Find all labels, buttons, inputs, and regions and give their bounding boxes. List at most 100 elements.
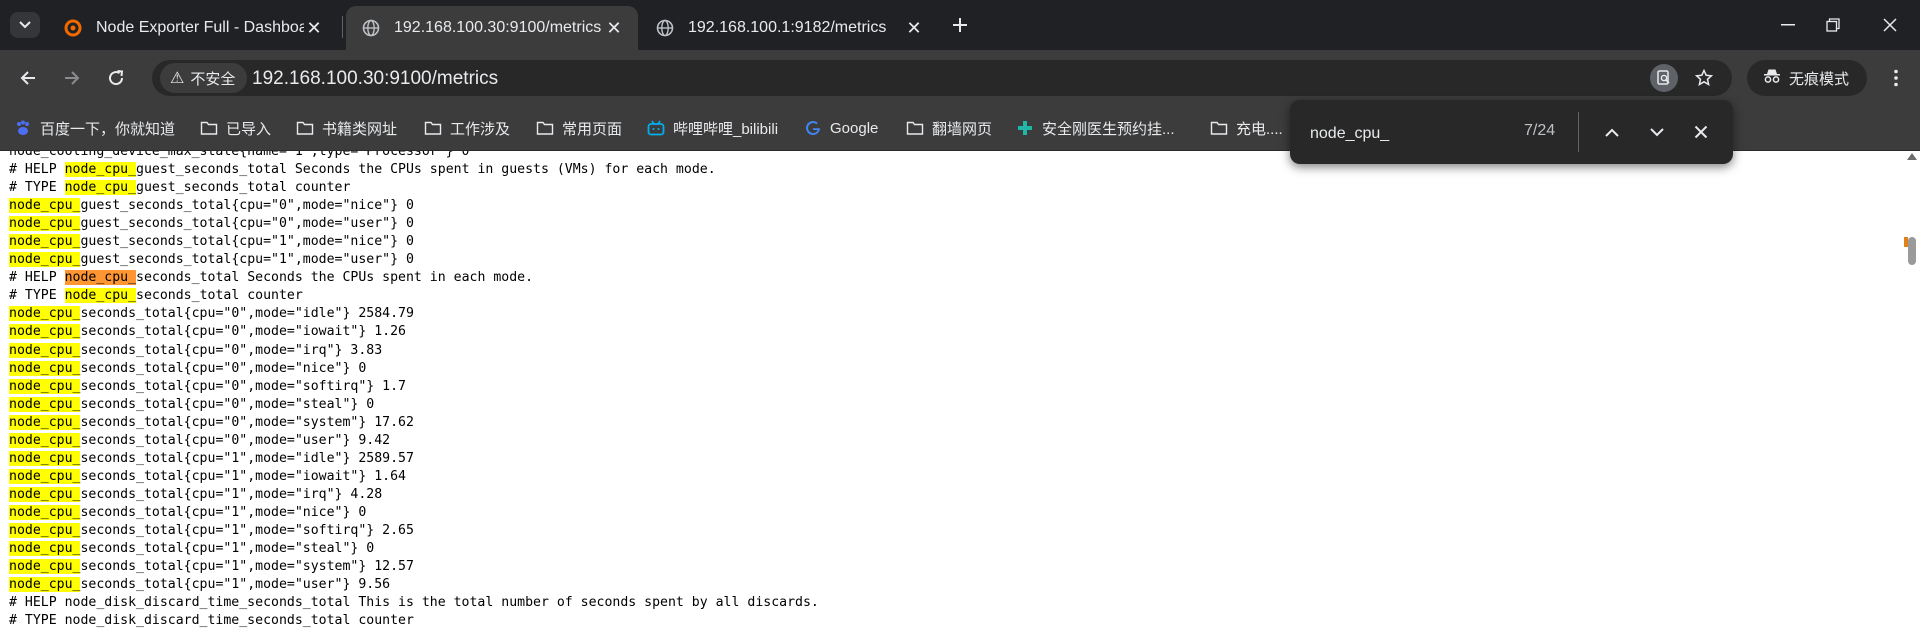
bookmark-label: 翻墙网页 bbox=[932, 120, 993, 138]
metrics-content: node_cooling_device_max_state{name="1",t… bbox=[0, 151, 1904, 635]
search-match: node_cpu_ bbox=[9, 306, 81, 322]
reload-button[interactable] bbox=[100, 62, 132, 94]
folder-icon bbox=[424, 119, 442, 137]
search-match: node_cpu_ bbox=[9, 450, 81, 466]
vertical-scrollbar[interactable] bbox=[1904, 151, 1920, 635]
warning-icon: ⚠ bbox=[170, 70, 185, 87]
bookmark-label: 书籍类网址 bbox=[322, 120, 398, 138]
url-text[interactable]: 192.168.100.30:9100/metrics bbox=[252, 68, 498, 90]
paw-icon bbox=[14, 119, 32, 137]
tab-metrics-100-1[interactable]: 192.168.100.1:9182/metrics ✕ bbox=[640, 6, 938, 50]
forward-button[interactable] bbox=[56, 62, 88, 94]
search-match: node_cpu_ bbox=[9, 396, 81, 412]
minimize-icon bbox=[1781, 24, 1795, 26]
metrics-line: node_cpu_guest_seconds_total{cpu="1",mod… bbox=[9, 234, 414, 250]
metrics-text: node_cooling_device_max_state{name="1",t… bbox=[9, 151, 819, 630]
bookmark-books[interactable]: 书籍类网址 bbox=[296, 116, 397, 140]
back-button[interactable] bbox=[12, 62, 44, 94]
menu-button[interactable] bbox=[1882, 62, 1910, 94]
find-previous-button[interactable] bbox=[1597, 117, 1627, 147]
security-chip[interactable]: ⚠ 不安全 bbox=[160, 63, 248, 93]
metrics-line: # TYPE node_disk_discard_time_seconds_to… bbox=[9, 613, 414, 629]
folder-icon bbox=[200, 119, 218, 137]
search-match: node_cpu_ bbox=[9, 216, 81, 232]
tab-metrics-100-30[interactable]: 192.168.100.30:9100/metrics ✕ bbox=[346, 6, 638, 50]
find-next-button[interactable] bbox=[1642, 117, 1672, 147]
close-icon[interactable]: ✕ bbox=[604, 18, 624, 38]
search-match: node_cpu_ bbox=[9, 577, 81, 593]
current-search-match: node_cpu_ bbox=[64, 270, 137, 286]
navigation-toolbar: ⚠ 不安全 192.168.100.30:9100/metrics 无痕模式 bbox=[0, 50, 1920, 106]
star-icon[interactable] bbox=[1690, 64, 1718, 92]
search-match: node_cpu_ bbox=[64, 162, 137, 178]
bookmark-doctor[interactable]: 安全刚医生预约挂... bbox=[1016, 116, 1175, 140]
bookmark-label: 已导入 bbox=[226, 120, 272, 138]
search-match: node_cpu_ bbox=[9, 468, 81, 484]
bookmark-bilibili[interactable]: 哔哩哔哩_bilibili bbox=[647, 116, 778, 140]
bookmark-imported[interactable]: 已导入 bbox=[200, 116, 271, 140]
metrics-line: # TYPE node_cpu_guest_seconds_total coun… bbox=[9, 180, 351, 196]
bookmark-work[interactable]: 工作涉及 bbox=[424, 116, 510, 140]
bookmark-label: 充电.... bbox=[1236, 120, 1283, 138]
find-input[interactable] bbox=[1308, 121, 1492, 147]
grafana-icon bbox=[64, 19, 82, 37]
metrics-line: node_cpu_seconds_total{cpu="1",mode="use… bbox=[9, 577, 391, 593]
address-bar[interactable]: ⚠ 不安全 192.168.100.30:9100/metrics bbox=[152, 60, 1732, 96]
window-close-button[interactable] bbox=[1860, 0, 1920, 50]
search-match: node_cpu_ bbox=[9, 504, 81, 520]
metrics-line: node_cpu_guest_seconds_total{cpu="0",mod… bbox=[9, 198, 414, 214]
find-bar: 7/24 bbox=[1290, 100, 1733, 164]
tab-search-button[interactable] bbox=[10, 12, 40, 38]
search-match: node_cpu_ bbox=[9, 414, 81, 430]
tab-title: 192.168.100.1:9182/metrics bbox=[688, 19, 887, 36]
bookmark-vpn[interactable]: 翻墙网页 bbox=[906, 116, 992, 140]
search-match: node_cpu_ bbox=[64, 180, 137, 196]
folder-icon bbox=[296, 119, 314, 137]
restore-button[interactable] bbox=[1803, 0, 1863, 50]
metrics-line: # HELP node_cpu_guest_seconds_total Seco… bbox=[9, 162, 716, 178]
new-tab-button[interactable] bbox=[946, 12, 974, 38]
bookmark-label: 百度一下，你就知道 bbox=[40, 120, 176, 138]
metrics-line: node_cpu_seconds_total{cpu="1",mode="iow… bbox=[9, 468, 406, 484]
cross-icon bbox=[1016, 119, 1034, 137]
metrics-line: node_cpu_seconds_total{cpu="1",mode="ste… bbox=[9, 541, 375, 557]
metrics-line: node_cpu_seconds_total{cpu="0",mode="ste… bbox=[9, 396, 375, 412]
close-icon bbox=[1694, 125, 1708, 139]
bookmark-baidu[interactable]: 百度一下，你就知道 bbox=[14, 116, 175, 140]
find-match-count: 7/24 bbox=[1524, 122, 1556, 139]
metrics-line: node_cpu_seconds_total{cpu="1",mode="nic… bbox=[9, 504, 367, 520]
metrics-line: node_cpu_guest_seconds_total{cpu="0",mod… bbox=[9, 216, 414, 232]
scroll-up-arrow-icon[interactable] bbox=[1907, 153, 1917, 160]
close-icon[interactable]: ✕ bbox=[904, 18, 924, 38]
arrow-left-icon bbox=[20, 71, 35, 85]
search-match: node_cpu_ bbox=[9, 559, 81, 575]
bookmark-charge[interactable]: 充电.... bbox=[1210, 116, 1283, 140]
bookmark-label: 常用页面 bbox=[562, 120, 623, 138]
bookmark-common[interactable]: 常用页面 bbox=[536, 116, 622, 140]
tab-grafana-dashboard[interactable]: Node Exporter Full - Dashboard ✕ bbox=[48, 6, 338, 50]
restore-icon bbox=[1826, 18, 1840, 32]
bookmark-google[interactable]: Google bbox=[804, 116, 878, 140]
metrics-line: node_cpu_seconds_total{cpu="0",mode="nic… bbox=[9, 360, 367, 376]
search-match: node_cpu_ bbox=[9, 486, 81, 502]
metrics-line: node_cpu_seconds_total{cpu="0",mode="iow… bbox=[9, 324, 406, 340]
globe-icon bbox=[656, 19, 674, 37]
find-in-page-icon[interactable] bbox=[1650, 64, 1678, 92]
metrics-line: # TYPE node_cpu_seconds_total counter bbox=[9, 288, 303, 304]
metrics-line: node_cpu_seconds_total{cpu="1",mode="idl… bbox=[9, 450, 414, 466]
metrics-line: node_cpu_seconds_total{cpu="1",mode="irq… bbox=[9, 486, 383, 502]
metrics-line: node_cpu_guest_seconds_total{cpu="1",mod… bbox=[9, 252, 414, 268]
folder-icon bbox=[1210, 119, 1228, 137]
scrollbar-thumb[interactable] bbox=[1908, 237, 1916, 265]
search-match: node_cpu_ bbox=[9, 234, 81, 250]
security-label: 不安全 bbox=[190, 70, 236, 88]
incognito-indicator[interactable]: 无痕模式 bbox=[1747, 60, 1868, 96]
bookmark-label: 安全刚医生预约挂... bbox=[1042, 120, 1175, 138]
search-match: node_cpu_ bbox=[9, 541, 81, 557]
tab-divider bbox=[342, 16, 343, 38]
find-close-button[interactable] bbox=[1686, 117, 1716, 147]
incognito-label: 无痕模式 bbox=[1789, 70, 1850, 88]
globe-icon bbox=[362, 19, 380, 37]
bookmark-label: 哔哩哔哩_bilibili bbox=[673, 120, 779, 138]
close-icon[interactable]: ✕ bbox=[304, 18, 324, 38]
